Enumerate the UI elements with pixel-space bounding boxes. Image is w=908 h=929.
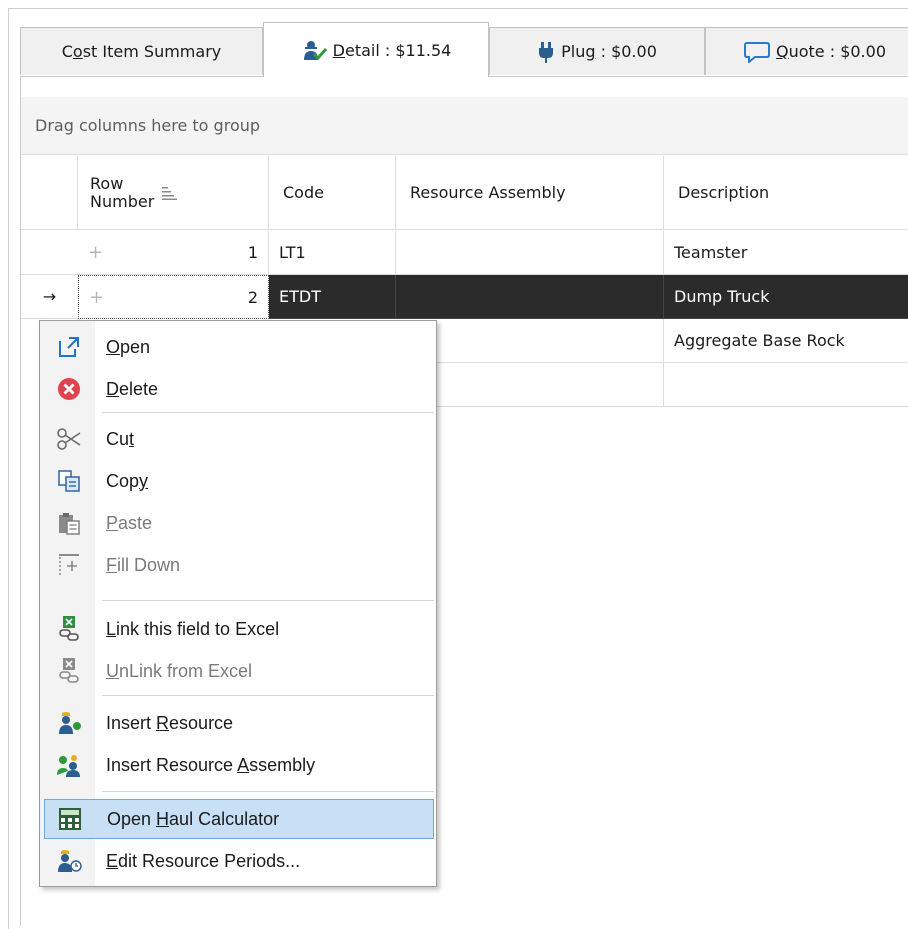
- table-row[interactable]: → + 2 ETDT Dump Truck: [21, 275, 908, 319]
- menu-item-delete[interactable]: Delete: [44, 369, 434, 409]
- code-value: LT1: [279, 243, 306, 262]
- menu-item-label: Open: [106, 336, 151, 357]
- menu-item-link-excel[interactable]: Link this field to Excel: [44, 609, 434, 649]
- menu-item-label: Link this field to Excel: [106, 618, 280, 639]
- copy-icon: [48, 461, 90, 501]
- tab-cost-item-summary[interactable]: Cost Item Summary: [20, 27, 263, 75]
- column-header-row-number[interactable]: Row Number: [78, 156, 269, 230]
- column-header-label: Row Number: [90, 173, 155, 211]
- scissors-icon: [48, 419, 90, 459]
- resource-periods-icon: [48, 841, 90, 881]
- code-cell[interactable]: LT1: [269, 231, 396, 275]
- menu-item-label: Fill Down: [106, 554, 181, 575]
- menu-separator: [102, 600, 434, 601]
- row-indicator: →: [21, 275, 78, 319]
- description-cell[interactable]: Aggregate Base Rock: [664, 319, 908, 363]
- context-menu: Open Delete Cut Copy Paste Fill Down Lin…: [39, 320, 437, 887]
- menu-separator: [102, 791, 434, 792]
- description-value: Dump Truck: [674, 287, 770, 306]
- excel-link-icon: [48, 609, 90, 649]
- menu-item-cut[interactable]: Cut: [44, 419, 434, 459]
- menu-item-paste[interactable]: Paste: [44, 503, 434, 543]
- column-header-resource-assembly[interactable]: Resource Assembly: [396, 156, 664, 230]
- column-header-description[interactable]: Description: [664, 156, 908, 230]
- menu-item-label: Open Haul Calculator: [107, 808, 280, 829]
- group-by-bar[interactable]: Drag columns here to group: [21, 97, 908, 155]
- row-number-cell[interactable]: + 1: [78, 231, 269, 275]
- description-value: Teamster: [674, 243, 748, 262]
- tab-strip: Cost Item Summary Detail : $11.54 Plug :…: [20, 22, 908, 77]
- expand-plus-icon[interactable]: +: [88, 242, 103, 263]
- menu-item-label: Edit Resource Periods...: [106, 850, 301, 871]
- menu-item-edit-resource-periods[interactable]: Edit Resource Periods...: [44, 841, 434, 881]
- row-number: 2: [247, 287, 258, 307]
- code-cell[interactable]: ETDT: [269, 275, 396, 319]
- column-header-label: Code: [283, 183, 324, 202]
- tab-plug[interactable]: Plug : $0.00: [489, 27, 705, 75]
- menu-item-open[interactable]: Open: [44, 327, 434, 367]
- sort-icon: [162, 185, 178, 204]
- delete-x-icon: [48, 369, 90, 409]
- menu-item-label: Insert Resource Assembly: [106, 754, 316, 775]
- insert-assembly-icon: [48, 745, 90, 785]
- column-header-label: Description: [678, 183, 770, 202]
- menu-item-open-haul-calculator[interactable]: Open Haul Calculator: [44, 799, 434, 839]
- menu-item-insert-resource-assembly[interactable]: Insert Resource Assembly: [44, 745, 434, 785]
- description-cell[interactable]: Dump Truck: [664, 275, 908, 319]
- row-number-cell[interactable]: + 2: [78, 275, 269, 319]
- menu-item-fill-down[interactable]: Fill Down: [44, 545, 434, 585]
- row-indicator-header: [21, 156, 78, 230]
- menu-separator: [102, 412, 434, 413]
- menu-separator: [102, 695, 434, 696]
- menu-item-label: Cut: [106, 428, 135, 449]
- resource-assembly-cell[interactable]: [396, 231, 664, 275]
- description-value: Aggregate Base Rock: [674, 331, 845, 350]
- tab-label: Detail : $11.54: [332, 40, 452, 60]
- tab-label: Cost Item Summary: [61, 42, 222, 61]
- calculator-icon: [49, 799, 91, 839]
- tab-detail[interactable]: Detail : $11.54: [263, 22, 489, 77]
- column-header-label: Resource Assembly: [410, 183, 566, 202]
- worker-check-icon: [301, 39, 327, 61]
- speech-bubble-icon: [743, 41, 770, 63]
- excel-unlink-icon: [48, 651, 90, 691]
- table-row[interactable]: + 1 LT1 Teamster: [21, 231, 908, 275]
- paste-icon: [48, 503, 90, 543]
- current-row-arrow-icon: →: [42, 287, 57, 306]
- menu-item-insert-resource[interactable]: Insert Resource: [44, 703, 434, 743]
- tab-label: Quote : $0.00: [775, 42, 886, 61]
- row-indicator: [21, 231, 78, 275]
- description-cell[interactable]: [664, 363, 908, 407]
- menu-item-unlink-excel[interactable]: UnLink from Excel: [44, 651, 434, 691]
- column-header-code[interactable]: Code: [269, 156, 396, 230]
- tab-quote[interactable]: Quote : $0.00: [705, 27, 908, 75]
- fill-down-icon: [48, 545, 90, 585]
- expand-plus-icon[interactable]: +: [89, 287, 104, 308]
- tab-label: Plug : $0.00: [561, 42, 657, 61]
- menu-item-label: Paste: [106, 512, 153, 533]
- row-number: 1: [247, 243, 258, 262]
- plug-icon: [537, 41, 555, 63]
- menu-item-copy[interactable]: Copy: [44, 461, 434, 501]
- resource-assembly-cell[interactable]: [396, 275, 664, 319]
- group-hint: Drag columns here to group: [35, 116, 261, 135]
- open-external-icon: [48, 327, 90, 367]
- menu-item-label: Copy: [106, 470, 149, 491]
- menu-item-label: Delete: [106, 378, 159, 399]
- menu-item-label: UnLink from Excel: [106, 660, 253, 681]
- description-cell[interactable]: Teamster: [664, 231, 908, 275]
- code-value: ETDT: [279, 287, 321, 306]
- insert-resource-icon: [48, 703, 90, 743]
- menu-item-label: Insert Resource: [106, 712, 234, 733]
